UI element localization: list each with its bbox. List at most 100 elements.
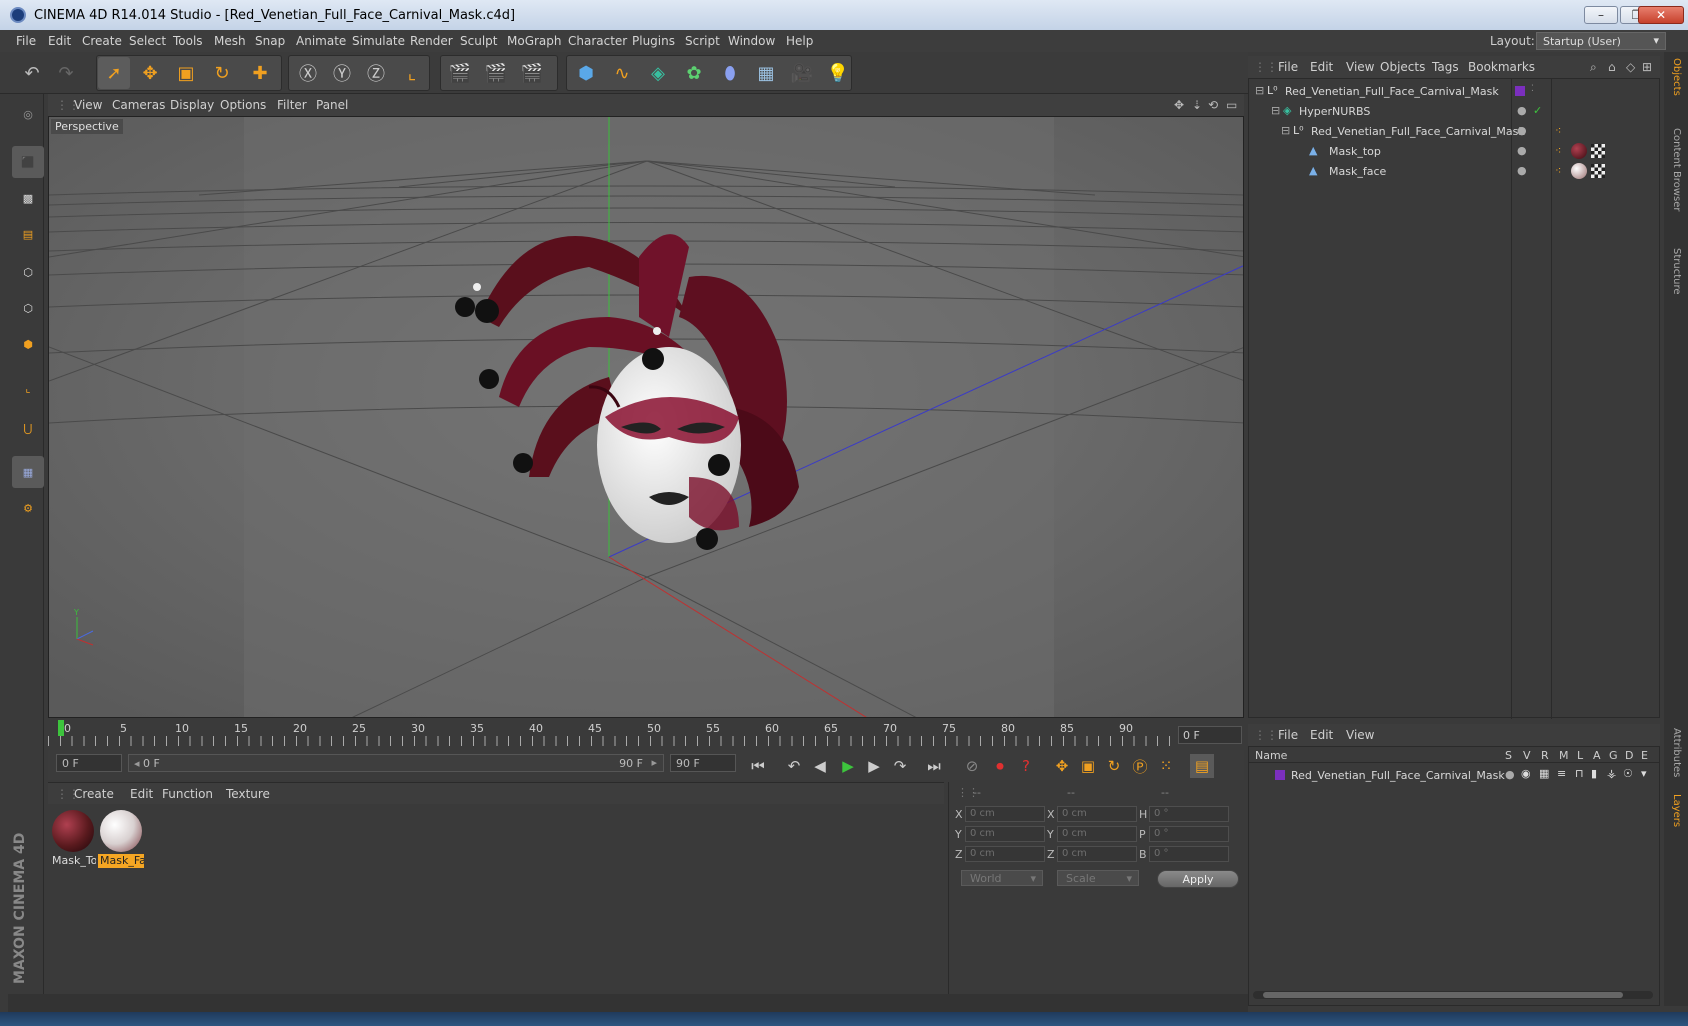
redo-button[interactable]: ↷ bbox=[50, 57, 82, 89]
texture-mode-button[interactable]: ▩ bbox=[12, 182, 44, 214]
axis-mode-button[interactable]: ⌞ bbox=[12, 372, 44, 404]
film-strip-icon[interactable]: ▮ bbox=[1591, 767, 1597, 780]
material-swatch[interactable]: Mask_To bbox=[50, 808, 96, 870]
record-keys-button[interactable]: ⊘ bbox=[960, 754, 984, 778]
expand-icon[interactable]: ⊟ bbox=[1271, 104, 1280, 117]
om-menu-file[interactable]: File bbox=[1278, 60, 1298, 74]
position-y-field[interactable]: 0 cm bbox=[965, 826, 1045, 842]
close-button[interactable]: ✕ bbox=[1638, 6, 1684, 24]
goto-end-button[interactable]: ⏭ bbox=[922, 754, 946, 778]
material-menu-create[interactable]: Create bbox=[74, 787, 114, 801]
viewport-menu-display[interactable]: Display bbox=[170, 98, 214, 112]
expression-icon[interactable]: ▾ bbox=[1641, 767, 1647, 780]
tab-content-browser[interactable]: Content Browser bbox=[1671, 128, 1682, 211]
object-row[interactable]: ▲ Mask_top ● ⁖ bbox=[1249, 141, 1659, 161]
om-menu-tags[interactable]: Tags bbox=[1432, 60, 1459, 74]
size-y-field[interactable]: 0 cm bbox=[1057, 826, 1137, 842]
material-menu-function[interactable]: Function bbox=[162, 787, 213, 801]
tab-structure[interactable]: Structure bbox=[1671, 248, 1682, 295]
expand-icon[interactable]: ⊟ bbox=[1255, 84, 1264, 97]
viewport-rotate-icon[interactable]: ⟲ bbox=[1208, 98, 1218, 112]
render-picture-viewer-button[interactable]: 🎬 bbox=[480, 57, 512, 89]
object-row[interactable]: ⊟ ◈ HyperNURBS ● ✓ bbox=[1249, 101, 1659, 121]
y-axis-button[interactable]: Ⓨ bbox=[326, 57, 358, 89]
snap-enable-button[interactable]: ▦ bbox=[12, 456, 44, 488]
undo-button[interactable]: ↶ bbox=[16, 57, 48, 89]
om-menu-objects[interactable]: Objects bbox=[1380, 60, 1425, 74]
generator-icon[interactable]: ⚶ bbox=[1607, 767, 1616, 780]
polygons-mode-button[interactable]: ⬢ bbox=[12, 328, 44, 360]
layer-row[interactable]: Red_Venetian_Full_Face_Carnival_Mask ● ◉… bbox=[1249, 765, 1659, 785]
viewport-menu-panel[interactable]: Panel bbox=[316, 98, 348, 112]
rotate-tool-button[interactable]: ↻ bbox=[206, 57, 238, 89]
visibility-dot-icon[interactable]: ● bbox=[1517, 104, 1527, 117]
phong-tag-icon[interactable]: ⁖ bbox=[1555, 124, 1561, 137]
menu-tools[interactable]: Tools bbox=[173, 34, 203, 48]
search-icon[interactable]: ⌕ bbox=[1590, 60, 1597, 75]
material-swatch-selected[interactable]: Mask_Fa bbox=[98, 808, 144, 870]
timeline-ruler[interactable]: 0 5 10 15 20 25 30 35 40 45 50 55 60 65 … bbox=[48, 720, 1244, 748]
deformer-icon[interactable]: ☉ bbox=[1623, 767, 1633, 780]
visibility-dots-icon[interactable]: ⁚ bbox=[1531, 84, 1534, 94]
layer-menu-edit[interactable]: Edit bbox=[1310, 728, 1333, 742]
menu-animate[interactable]: Animate bbox=[296, 34, 346, 48]
key-scale-button[interactable]: ▣ bbox=[1076, 754, 1100, 778]
minimize-button[interactable]: – bbox=[1584, 6, 1618, 24]
play-button[interactable]: ▶ bbox=[836, 754, 860, 778]
key-rotation-button[interactable]: ↻ bbox=[1102, 754, 1126, 778]
light-button[interactable]: 💡 bbox=[822, 57, 854, 89]
layer-menu-view[interactable]: View bbox=[1346, 728, 1374, 742]
menu-script[interactable]: Script bbox=[685, 34, 720, 48]
viewport-zoom-icon[interactable]: ⇣ bbox=[1192, 98, 1202, 112]
make-editable-button[interactable]: ◎ bbox=[12, 98, 44, 130]
rotation-b-field[interactable]: 0 ° bbox=[1149, 846, 1229, 862]
object-row[interactable]: ⊟ L⁰ Red_Venetian_Full_Face_Carnival_Mas… bbox=[1249, 81, 1659, 101]
viewport-menu-view[interactable]: View bbox=[74, 98, 102, 112]
material-tag-icon[interactable] bbox=[1571, 163, 1587, 179]
frame-range-slider[interactable]: ◂ 0 F 90 F ▸ bbox=[128, 754, 664, 772]
x-axis-button[interactable]: Ⓧ bbox=[292, 57, 324, 89]
nurbs-button[interactable]: ◈ bbox=[642, 57, 674, 89]
prev-key-button[interactable]: ↶ bbox=[782, 754, 806, 778]
viewport-maximize-icon[interactable]: ▭ bbox=[1226, 98, 1237, 112]
viewport-menu-cameras[interactable]: Cameras bbox=[112, 98, 165, 112]
phong-tag-icon[interactable]: ⁖ bbox=[1555, 164, 1561, 177]
perspective-viewport[interactable]: Y Perspective bbox=[48, 116, 1244, 718]
viewport-move-icon[interactable]: ✥ bbox=[1174, 98, 1184, 112]
edges-mode-button[interactable]: ⬡ bbox=[12, 292, 44, 324]
visibility-dot-icon[interactable]: ● bbox=[1517, 164, 1527, 177]
next-frame-button[interactable]: ▶ bbox=[862, 754, 886, 778]
snap-settings-button[interactable]: ⚙ bbox=[12, 492, 44, 524]
menu-render[interactable]: Render bbox=[410, 34, 453, 48]
cube-object-button[interactable]: ⬢ bbox=[570, 57, 602, 89]
z-axis-button[interactable]: Ⓩ bbox=[360, 57, 392, 89]
new-window-icon[interactable]: ⊞ bbox=[1642, 60, 1652, 74]
start-frame-field[interactable]: 0 F bbox=[56, 754, 122, 772]
current-frame-field[interactable]: 0 F bbox=[1178, 726, 1242, 744]
solo-dot-icon[interactable]: ● bbox=[1505, 768, 1515, 781]
viewport-menu-options[interactable]: Options bbox=[220, 98, 266, 112]
position-z-field[interactable]: 0 cm bbox=[965, 846, 1045, 862]
spline-button[interactable]: ∿ bbox=[606, 57, 638, 89]
layer-color-swatch[interactable] bbox=[1275, 770, 1285, 780]
rotation-h-field[interactable]: 0 ° bbox=[1149, 806, 1229, 822]
array-button[interactable]: ✿ bbox=[678, 57, 710, 89]
autokey-button[interactable]: ⏺ bbox=[988, 754, 1012, 778]
menu-select[interactable]: Select bbox=[129, 34, 166, 48]
tab-objects[interactable]: Objects bbox=[1671, 58, 1682, 96]
layer-color-swatch[interactable] bbox=[1515, 86, 1525, 96]
menu-snap[interactable]: Snap bbox=[255, 34, 285, 48]
scale-tool-button[interactable]: ▣ bbox=[170, 57, 202, 89]
layout-select[interactable]: Startup (User) ▾ bbox=[1536, 32, 1666, 50]
points-mode-button[interactable]: ⬡ bbox=[12, 256, 44, 288]
menu-simulate[interactable]: Simulate bbox=[352, 34, 405, 48]
lock-icon[interactable]: ⊓ bbox=[1575, 767, 1584, 780]
menu-file[interactable]: File bbox=[16, 34, 36, 48]
visibility-dot-icon[interactable]: ● bbox=[1517, 144, 1527, 157]
render-settings-button[interactable]: 🎬 bbox=[516, 57, 548, 89]
viewport-menu-filter[interactable]: Filter bbox=[277, 98, 307, 112]
next-key-button[interactable]: ↷ bbox=[888, 754, 912, 778]
recent-tool-button[interactable]: ✚ bbox=[244, 57, 276, 89]
layer-menu-file[interactable]: File bbox=[1278, 728, 1298, 742]
manager-icon[interactable]: ≡ bbox=[1557, 767, 1566, 780]
